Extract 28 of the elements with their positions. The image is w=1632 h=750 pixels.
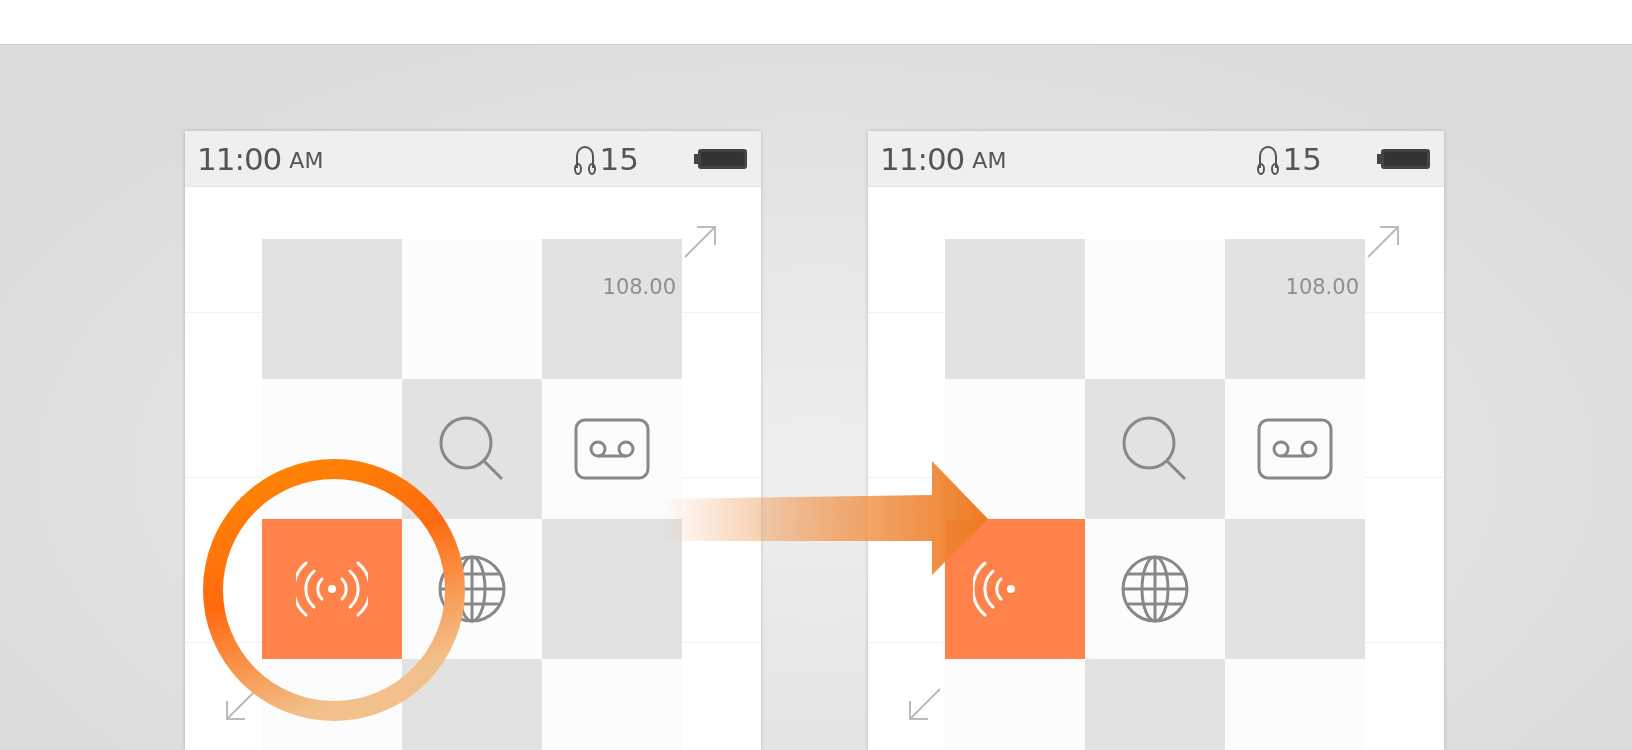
globe-icon — [1120, 554, 1190, 624]
menu-tile[interactable] — [402, 379, 542, 519]
menu-tile[interactable] — [945, 239, 1085, 379]
menu-tile[interactable] — [262, 239, 402, 379]
voicemail-icon — [574, 418, 650, 480]
price-label: 108.00 — [602, 275, 676, 299]
clock-ampm: AM — [972, 148, 1007, 173]
menu-tile[interactable] — [1085, 379, 1225, 519]
menu-tile[interactable]: 108.00 — [542, 239, 682, 379]
signal-icon — [973, 559, 1017, 619]
diagonal-arrow-icon — [1366, 225, 1400, 259]
clock-time: 11:00 — [880, 140, 965, 177]
diagonal-arrow-icon — [683, 225, 717, 259]
battery-icon — [693, 146, 749, 171]
volume-level: 15 — [599, 140, 639, 177]
menu-tile[interactable] — [945, 519, 1085, 659]
menu-tile[interactable]: 108.00 — [1225, 239, 1365, 379]
menu-tile[interactable] — [262, 519, 402, 659]
menu-tile[interactable] — [542, 519, 682, 659]
voicemail-icon — [1257, 418, 1333, 480]
battery-icon — [1376, 146, 1432, 171]
diagonal-arrow-icon — [908, 687, 942, 721]
volume-level: 15 — [1282, 140, 1322, 177]
clock-time: 11:00 — [197, 140, 282, 177]
clock-ampm: AM — [289, 148, 324, 173]
menu-tile[interactable] — [1225, 519, 1365, 659]
price-label: 108.00 — [1285, 275, 1359, 299]
broadcast-icon — [296, 559, 368, 619]
